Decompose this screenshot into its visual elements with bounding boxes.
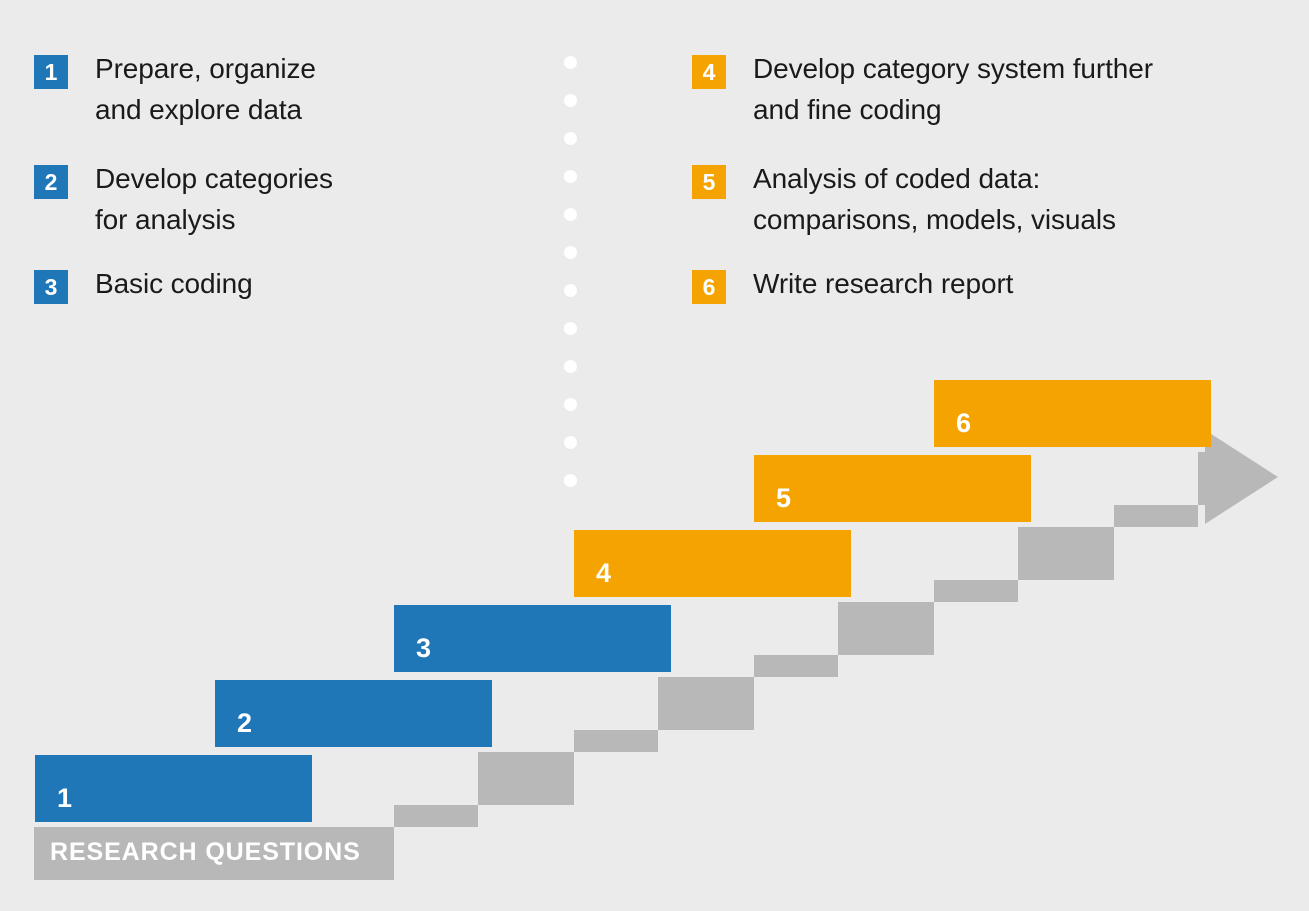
legend-badge-1: 1	[34, 55, 68, 89]
legend-item-6: 6 Write research report	[692, 268, 1013, 304]
step-bar-1: 1	[35, 755, 312, 822]
step-bar-5: 5	[754, 455, 1031, 522]
step-bar-number-2: 2	[237, 708, 253, 738]
legend-label-2: Develop categories for analysis	[95, 163, 333, 235]
divider-dot	[564, 322, 577, 335]
step-bar-2: 2	[215, 680, 492, 747]
divider-dot	[564, 56, 577, 69]
step-bar-number-4: 4	[596, 558, 612, 588]
divider-dot	[564, 208, 577, 221]
legend-badge-5: 5	[692, 165, 726, 199]
legend-label-5: Analysis of coded data: comparisons, mod…	[753, 163, 1116, 235]
legend-label-4: Develop category system further and fine…	[753, 53, 1153, 125]
step-bar-3: 3	[394, 605, 671, 672]
divider-dot	[564, 360, 577, 373]
divider-dot	[564, 284, 577, 297]
legend-item-3: 3 Basic coding	[34, 268, 253, 304]
legend-badge-2: 2	[34, 165, 68, 199]
legend-item-2: 2 Develop categories for analysis	[34, 163, 333, 240]
step-bar-number-3: 3	[416, 633, 432, 663]
divider-dot	[564, 94, 577, 107]
diagram-canvas: RESEARCH QUESTIONS 1 2 3 4 5 6 1 Prepare, orga…	[0, 0, 1309, 911]
legend-item-1: 1 Prepare, organize and explore data	[34, 53, 316, 130]
legend-label-6: Write research report	[753, 268, 1014, 299]
step-bar-number-5: 5	[776, 483, 792, 513]
research-questions-label: RESEARCH QUESTIONS	[50, 838, 361, 866]
legend-badge-4: 4	[692, 55, 726, 89]
step-bar-4: 4	[574, 530, 851, 597]
divider-dot	[564, 398, 577, 411]
divider-dot	[564, 132, 577, 145]
divider-dot	[564, 170, 577, 183]
legend-label-1: Prepare, organize and explore data	[95, 53, 316, 125]
divider-dot	[564, 246, 577, 259]
legend-badge-6: 6	[692, 270, 726, 304]
dotted-divider	[564, 56, 578, 496]
step-bar-6: 6	[934, 380, 1211, 447]
legend-badge-3: 3	[34, 270, 68, 304]
legend-item-5: 5 Analysis of coded data: comparisons, mo…	[692, 163, 1116, 240]
step-bar-number-1: 1	[57, 783, 73, 813]
legend-label-3: Basic coding	[95, 268, 253, 299]
divider-dot	[564, 474, 577, 487]
legend-item-4: 4 Develop category system further and fin…	[692, 53, 1153, 130]
divider-dot	[564, 436, 577, 449]
step-bar-number-6: 6	[956, 408, 972, 438]
